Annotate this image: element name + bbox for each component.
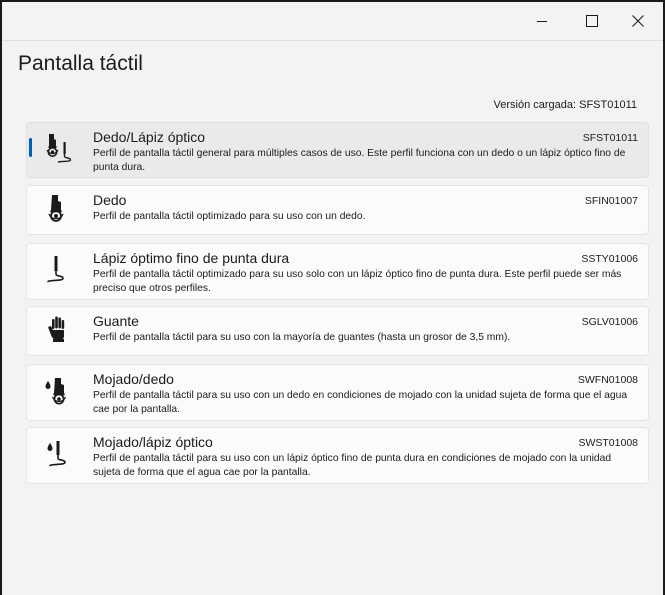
profile-code: SWFN01008 (577, 374, 638, 386)
profile-item-stylus[interactable]: Lápiz óptimo fino de punta dura SSTY0100… (26, 243, 649, 300)
profile-description: Perfil de pantalla táctil optimizado par… (93, 211, 366, 222)
profile-name: Dedo (93, 192, 127, 208)
wet-stylus-icon (47, 441, 66, 467)
profile-code: SFIN01007 (584, 195, 638, 207)
maximize-button[interactable] (569, 2, 615, 40)
profile-description: Perfil de pantalla táctil para su uso co… (93, 453, 612, 478)
profile-name: Mojado/dedo (93, 371, 174, 387)
profile-name: Guante (93, 313, 139, 329)
profile-item-finger[interactable]: Dedo SFIN01007 Perfil de pantalla táctil… (26, 185, 649, 235)
profile-description: Perfil de pantalla táctil para su uso co… (93, 390, 628, 415)
finger-and-stylus-icon (46, 134, 72, 163)
profile-description: Perfil de pantalla táctil optimizado par… (93, 269, 622, 294)
title-bar-divider (2, 40, 663, 41)
profile-item-glove[interactable]: Guante SGLV01006 Perfil de pantalla táct… (26, 306, 649, 356)
profile-item-wet-stylus[interactable]: Mojado/lápiz óptico SWST01008 Perfil de … (26, 427, 649, 484)
app-window: Pantalla táctil Versión cargada: SFST010… (0, 0, 665, 595)
profile-code: SFST01011 (582, 132, 638, 144)
minimize-button[interactable] (519, 2, 565, 40)
close-icon (632, 15, 644, 27)
title-bar (2, 2, 663, 40)
loaded-version-label: Versión cargada: SFST01011 (493, 99, 638, 111)
profile-name: Mojado/lápiz óptico (93, 434, 213, 450)
profile-code: SWST01008 (578, 437, 638, 449)
close-button[interactable] (615, 2, 661, 40)
maximize-icon (586, 15, 598, 27)
profile-description: Perfil de pantalla táctil para su uso co… (93, 332, 511, 343)
page-title: Pantalla táctil (18, 52, 143, 75)
profile-name: Dedo/Lápiz óptico (93, 129, 206, 145)
profile-item-finger-stylus[interactable]: Dedo/Lápiz óptico SFST01011 Perfil de pa… (26, 122, 649, 178)
glove-icon (48, 316, 65, 342)
profile-code: SGLV01006 (581, 316, 638, 328)
profile-description: Perfil de pantalla táctil general para m… (93, 148, 626, 173)
selection-indicator (29, 138, 32, 157)
profile-name: Lápiz óptimo fino de punta dura (93, 250, 290, 266)
minimize-icon (537, 21, 547, 22)
finger-touch-icon (48, 195, 64, 222)
profile-code: SSTY01006 (581, 253, 638, 265)
profile-item-wet-finger[interactable]: Mojado/dedo SWFN01008 Perfil de pantalla… (26, 364, 649, 421)
wet-finger-icon (45, 378, 67, 405)
stylus-icon (47, 256, 64, 283)
